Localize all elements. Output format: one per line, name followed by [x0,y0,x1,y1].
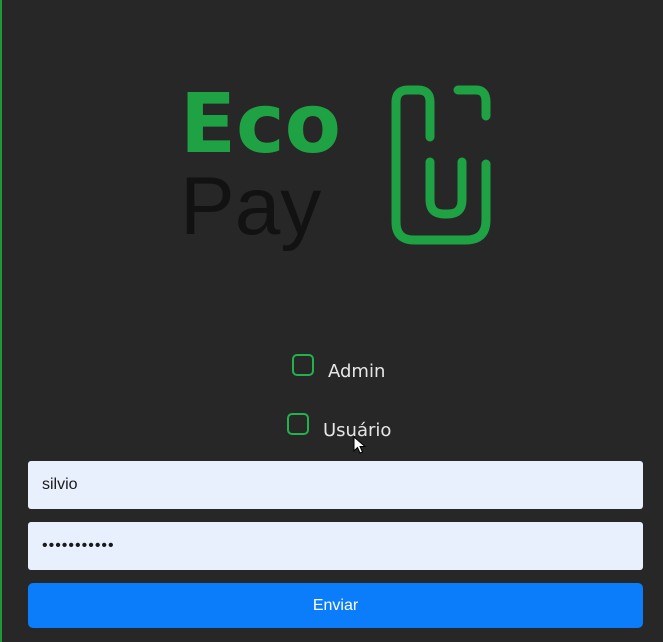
username-input[interactable] [28,461,643,509]
usuario-checkbox[interactable] [287,412,309,435]
eco-pay-logo: Eco Pay [178,82,498,267]
admin-label: Admin [328,361,386,382]
role-option-admin[interactable]: Admin [292,347,385,382]
eco-pay-logo-svg: Eco Pay [180,82,491,252]
mouse-pointer-icon [353,435,367,459]
login-screen: Eco Pay Admin Usuário Enviar [0,0,663,642]
password-input[interactable] [28,522,643,570]
logo-word-pay: Pay [180,161,321,252]
logo-word-eco: Eco [180,82,341,172]
submit-button[interactable]: Enviar [28,583,643,628]
eco-pay-clip-icon [391,85,491,245]
role-option-usuario[interactable]: Usuário [287,406,391,441]
admin-checkbox[interactable] [292,353,314,376]
